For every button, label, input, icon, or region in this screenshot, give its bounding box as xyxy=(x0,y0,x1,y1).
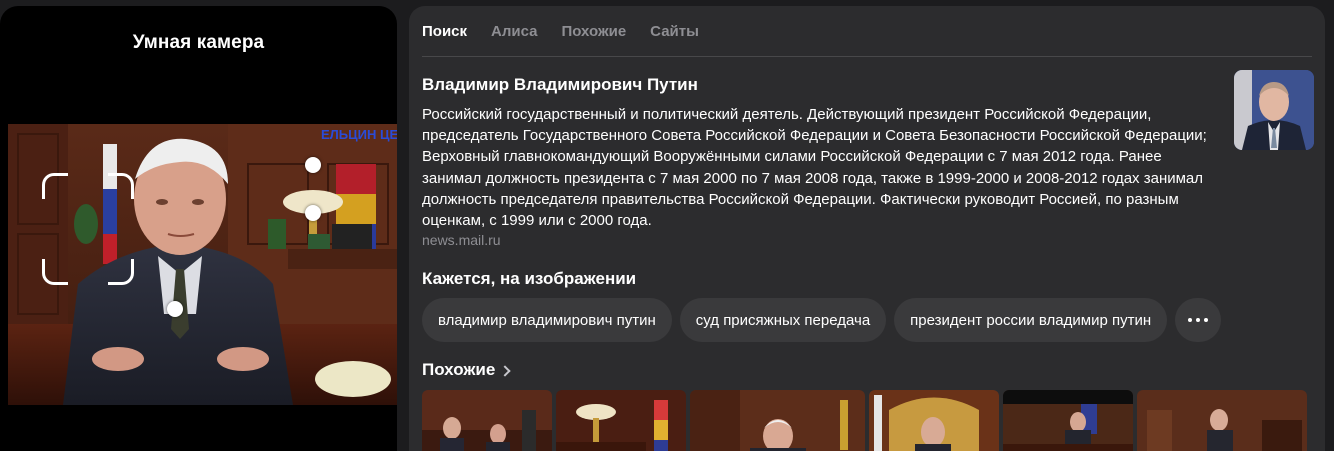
tab-sites[interactable]: Сайты xyxy=(650,23,699,40)
similar-image-thumb[interactable] xyxy=(1137,390,1307,451)
similar-image-thumb[interactable] xyxy=(1003,390,1133,451)
similar-image-thumb[interactable] xyxy=(422,390,552,451)
suggestion-chip[interactable]: президент россии владимир путин xyxy=(894,298,1168,342)
chevron-right-icon xyxy=(499,364,512,377)
suggestion-chip[interactable]: суд присяжных передача xyxy=(679,298,887,342)
smart-camera-title: Умная камера xyxy=(132,32,265,53)
watermark-text: ЕЛЬЦИН ЦЕНТР xyxy=(321,127,397,142)
similar-image-thumb[interactable] xyxy=(690,390,865,451)
frame-corner xyxy=(42,259,68,285)
tab-alice[interactable]: Алиса xyxy=(491,23,537,40)
entity-source-link[interactable]: news.mail.ru xyxy=(422,232,501,248)
object-marker-dot[interactable] xyxy=(305,157,321,173)
more-options-button[interactable] xyxy=(1175,298,1222,342)
frame-corner xyxy=(42,173,68,199)
results-panel: Поиск Алиса Похожие Сайты Владимир Влади… xyxy=(409,6,1325,451)
entity-name[interactable]: Владимир Владимирович Путин xyxy=(422,75,698,95)
result-tabs: Поиск Алиса Похожие Сайты xyxy=(422,23,699,40)
focus-frame[interactable] xyxy=(42,173,134,285)
similar-images-strip xyxy=(422,390,1307,451)
tabs-divider xyxy=(422,56,1312,57)
frame-corner xyxy=(108,173,134,199)
entity-portrait[interactable] xyxy=(1234,70,1314,150)
recognition-title: Кажется, на изображении xyxy=(422,269,637,288)
similar-section-link[interactable]: Похожие xyxy=(422,360,512,380)
similar-section-title: Похожие xyxy=(422,360,496,379)
similar-image-thumb[interactable] xyxy=(869,390,999,451)
suggestion-chip[interactable]: владимир владимирович путин xyxy=(422,298,672,342)
object-marker-dot[interactable] xyxy=(305,205,321,221)
tab-similar[interactable]: Похожие xyxy=(561,23,626,40)
similar-image-thumb[interactable] xyxy=(556,390,686,451)
entity-description: Российский государственный и политически… xyxy=(422,106,1207,230)
frame-corner xyxy=(108,259,134,285)
tab-search[interactable]: Поиск xyxy=(422,23,467,40)
recognition-chips: владимир владимирович путин суд присяжны… xyxy=(422,298,1222,342)
object-marker-dot[interactable] xyxy=(167,301,183,317)
ellipsis-icon xyxy=(1188,318,1193,322)
